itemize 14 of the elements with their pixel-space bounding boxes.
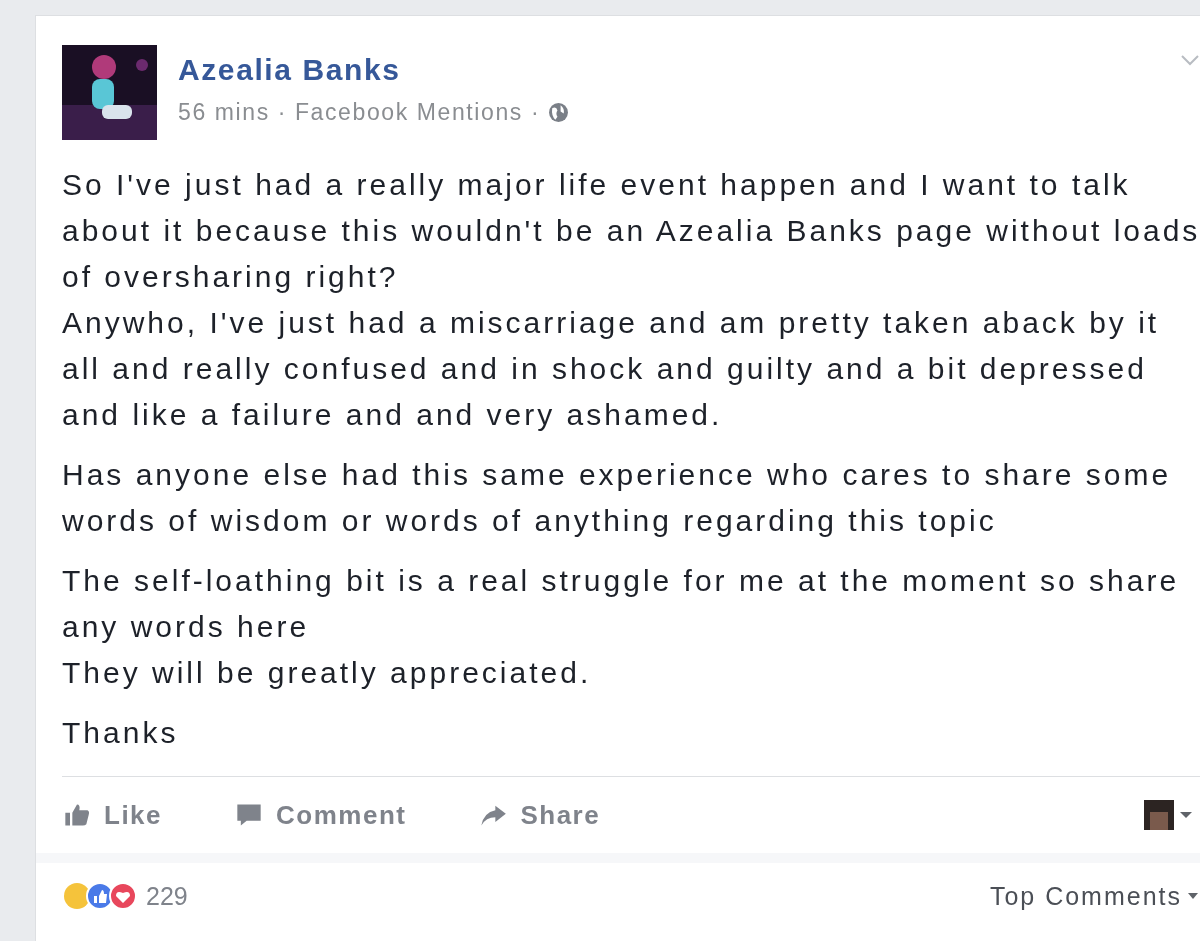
post-paragraph: The self-loathing bit is a real struggle for me at the moment so share any words here They will be greatly appreciated. bbox=[62, 563, 1181, 691]
caret-down-icon bbox=[1188, 893, 1198, 899]
comment-button[interactable]: Comment bbox=[234, 799, 407, 831]
share-button[interactable]: Share bbox=[478, 799, 601, 831]
author-name[interactable]: Azealia Banks bbox=[178, 53, 570, 87]
post-paragraph: So I've just had a really major life event happen and I want to talk about it because this wouldn't be an Azealia Banks page without loads of oversharing right? Anywho, I've just had a miscarriage and am pretty taken aback by it all and really confused and in shock and guilty and a bit depressed and like a failure and and very ashamed. bbox=[62, 167, 1200, 433]
reaction-count[interactable]: 229 bbox=[146, 881, 188, 911]
post-meta: 56 mins · Facebook Mentions · bbox=[178, 99, 541, 126]
like-button[interactable]: Like bbox=[62, 799, 163, 831]
post-paragraph: Thanks bbox=[62, 715, 180, 751]
post-paragraph: Has anyone else had this same experience who cares to share some words of wisdom or words of anything regarding this topic bbox=[62, 457, 1173, 539]
account-picture-icon[interactable] bbox=[1144, 800, 1194, 830]
globe-icon bbox=[548, 102, 570, 123]
comment-sort-dropdown[interactable]: Top Comments bbox=[989, 881, 1198, 911]
